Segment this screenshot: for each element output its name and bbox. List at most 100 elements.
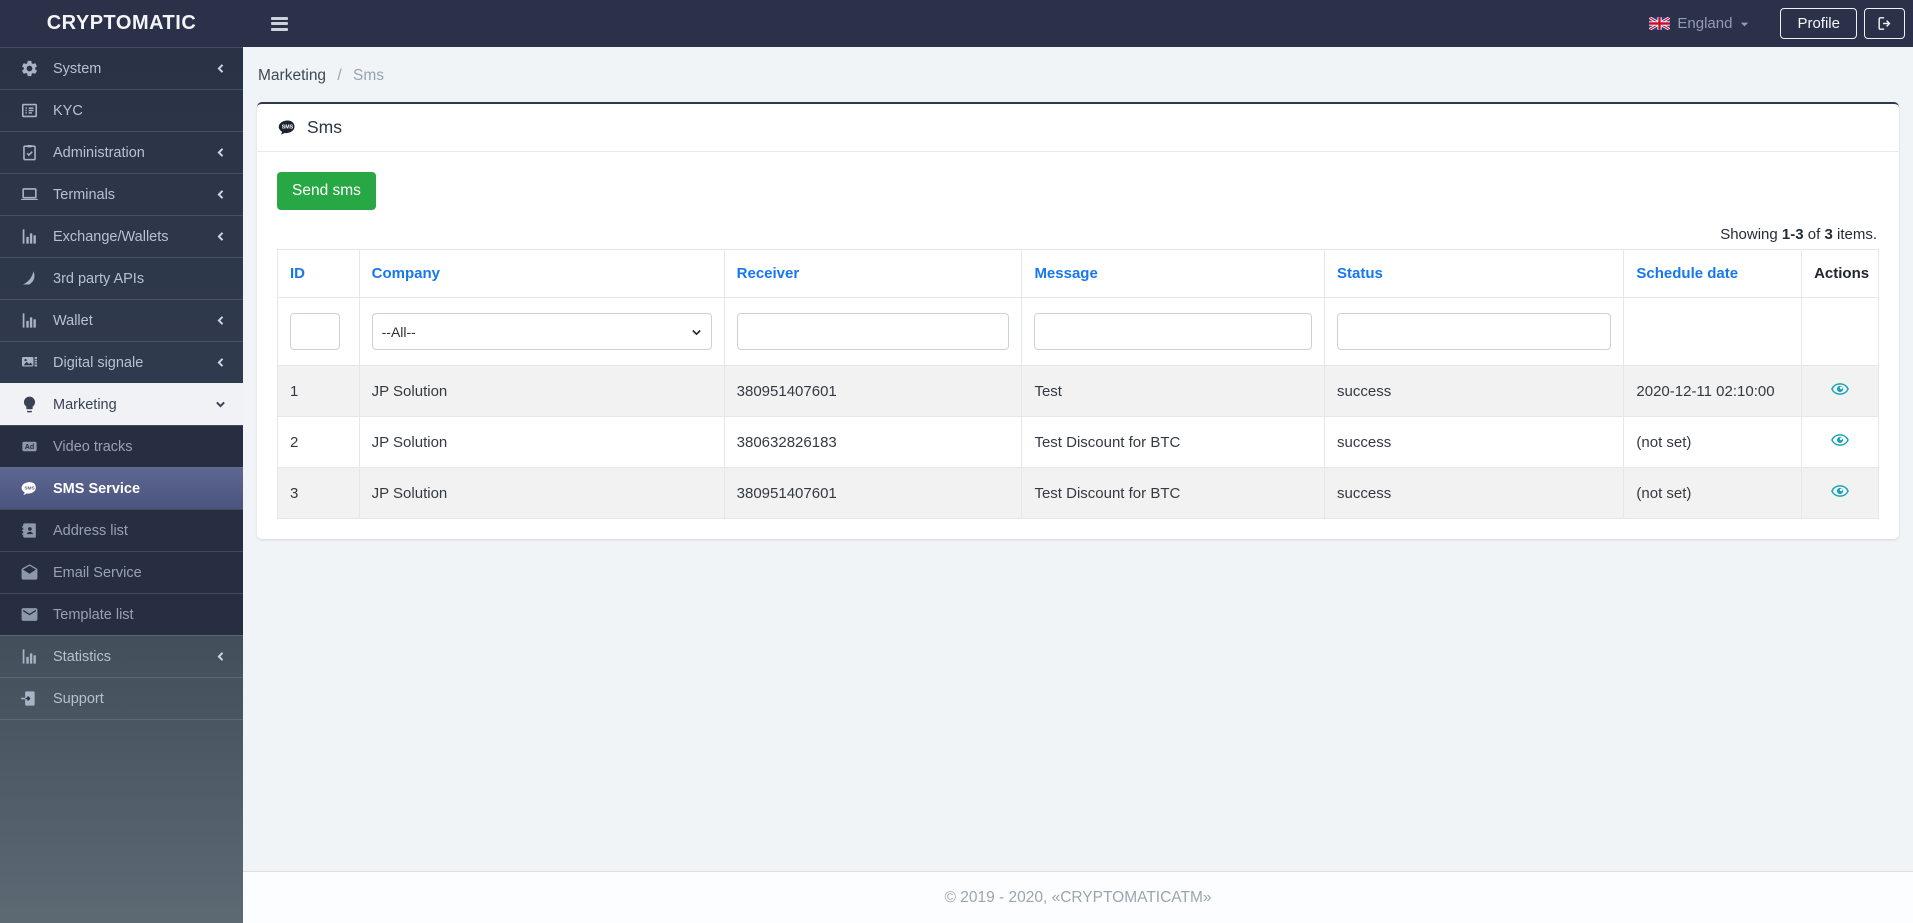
page-footer: © 2019 - 2020, «CRYPTOMATICATM»	[243, 871, 1913, 923]
cell-schedule-date: 2020-12-11 02:10:00	[1624, 366, 1802, 417]
message-filter-input[interactable]	[1034, 313, 1312, 350]
address-book-icon	[18, 521, 40, 541]
logout-icon	[1876, 15, 1893, 32]
items-summary: Showing 1-3 of 3 items.	[277, 226, 1877, 243]
chevron-left-icon	[214, 650, 227, 663]
cell-message: Test	[1022, 366, 1325, 417]
sidebar-item-wallet[interactable]: Wallet	[0, 299, 243, 341]
chevron-left-icon	[214, 146, 227, 159]
sidebar-item-support[interactable]: Support	[0, 677, 243, 719]
cell-company: JP Solution	[359, 366, 724, 417]
cell-receiver: 380951407601	[724, 366, 1022, 417]
sidebar-item-label: Video tracks	[53, 439, 133, 455]
top-bar: CRYPTOMATIC England Profile	[0, 0, 1913, 47]
cell-company: JP Solution	[359, 468, 724, 519]
sidebar-item-video-tracks[interactable]: AdVideo tracks	[0, 425, 243, 467]
panel-header: SMS Sms	[257, 104, 1899, 152]
column-header-status[interactable]: Status	[1325, 250, 1624, 298]
caret-down-icon	[1739, 17, 1750, 30]
sms-table: ID Company Receiver Message Status Sched…	[277, 249, 1879, 519]
receiver-filter-input[interactable]	[737, 313, 1010, 350]
sidebar-divider	[0, 719, 243, 720]
list-icon	[18, 101, 40, 121]
profile-button[interactable]: Profile	[1780, 8, 1857, 39]
brand-box: CRYPTOMATIC	[0, 12, 243, 35]
column-header-actions: Actions	[1802, 250, 1879, 298]
language-dropdown[interactable]: England	[1649, 15, 1750, 32]
chevron-down-icon	[214, 398, 227, 411]
column-header-company[interactable]: Company	[359, 250, 724, 298]
clipboard-check-icon	[18, 143, 40, 163]
sidebar-item-label: KYC	[53, 103, 83, 119]
view-eye-button[interactable]	[1828, 380, 1852, 398]
laptop-icon	[18, 185, 40, 205]
breadcrumb-current: Sms	[353, 67, 384, 84]
view-eye-button[interactable]	[1828, 482, 1852, 500]
actions-filter-cell	[1802, 298, 1879, 366]
envelope-icon	[18, 605, 40, 625]
lightbulb-icon	[18, 395, 40, 415]
sidebar-item-sms-service[interactable]: SMS SMS Service	[0, 467, 243, 509]
cell-id: 1	[278, 366, 360, 417]
brand-logo[interactable]: CRYPTOMATIC	[47, 12, 197, 35]
logout-button[interactable]	[1864, 8, 1905, 39]
cell-status: success	[1325, 417, 1624, 468]
column-header-schedule-date[interactable]: Schedule date	[1624, 250, 1802, 298]
sidebar-item-label: Statistics	[53, 649, 111, 665]
breadcrumb-marketing-link[interactable]: Marketing	[258, 67, 326, 84]
breadcrumb: Marketing / Sms	[243, 47, 1913, 102]
column-header-id[interactable]: ID	[278, 250, 360, 298]
svg-text:SMS: SMS	[24, 486, 34, 492]
sidebar-item-label: Digital signale	[53, 355, 143, 371]
send-sms-button[interactable]: Send sms	[277, 172, 376, 210]
copyright-text: © 2019 - 2020, «CRYPTOMATICATM»	[945, 889, 1212, 907]
sidebar-item-label: System	[53, 61, 101, 77]
company-filter-select[interactable]: --All--	[372, 313, 712, 350]
status-filter-input[interactable]	[1337, 313, 1611, 350]
sidebar-item-statistics[interactable]: Statistics	[0, 635, 243, 677]
chevron-left-icon	[214, 188, 227, 201]
sidebar-nav: System KYC Administration Terminals Exchange…	[0, 47, 243, 923]
sidebar-item-label: Marketing	[53, 397, 117, 413]
filter-row: --All--	[278, 298, 1879, 366]
cell-schedule-date: (not set)	[1624, 468, 1802, 519]
hamburger-menu-icon[interactable]	[267, 13, 292, 35]
cell-receiver: 380632826183	[724, 417, 1022, 468]
sidebar-item-email-service[interactable]: Email Service	[0, 551, 243, 593]
sidebar-item-system[interactable]: System	[0, 47, 243, 89]
chevron-left-icon	[214, 62, 227, 75]
cell-schedule-date: (not set)	[1624, 417, 1802, 468]
sidebar-item-address-list[interactable]: Address list	[0, 509, 243, 551]
sidebar-item-label: Address list	[53, 523, 128, 539]
sidebar-item-label: Support	[53, 691, 104, 707]
cell-status: success	[1325, 366, 1624, 417]
sidebar-item-label: Terminals	[53, 187, 115, 203]
sidebar-item-label: Template list	[53, 607, 134, 623]
sidebar-item-label: Wallet	[53, 313, 93, 329]
sidebar-item-marketing[interactable]: Marketing	[0, 383, 243, 425]
sidebar-item-3rd-party-apis[interactable]: 3rd party APIs	[0, 257, 243, 299]
chevron-left-icon	[214, 356, 227, 369]
sms-bubble-icon: SMS	[18, 479, 40, 499]
sidebar-item-terminals[interactable]: Terminals	[0, 173, 243, 215]
sidebar-item-label: SMS Service	[53, 481, 140, 497]
sidebar-item-kyc[interactable]: KYC	[0, 89, 243, 131]
table-row: 1JP Solution380951407601Testsuccess2020-…	[278, 366, 1879, 417]
cell-company: JP Solution	[359, 417, 724, 468]
sidebar-item-template-list[interactable]: Template list	[0, 593, 243, 635]
view-eye-button[interactable]	[1828, 431, 1852, 449]
cell-receiver: 380951407601	[724, 468, 1022, 519]
sidebar-item-digital-signale[interactable]: Digital signale	[0, 341, 243, 383]
cell-status: success	[1325, 468, 1624, 519]
sidebar-item-administration[interactable]: Administration	[0, 131, 243, 173]
id-filter-input[interactable]	[290, 313, 340, 350]
uk-flag-icon	[1649, 17, 1670, 30]
sidebar-item-exchange-wallets[interactable]: Exchange/Wallets	[0, 215, 243, 257]
main-content: Marketing / Sms SMS Sms Send sms Showing…	[243, 0, 1913, 923]
column-header-receiver[interactable]: Receiver	[724, 250, 1022, 298]
cell-actions	[1802, 366, 1879, 417]
chevron-left-icon	[214, 230, 227, 243]
column-header-message[interactable]: Message	[1022, 250, 1325, 298]
gear-icon	[18, 59, 40, 79]
cell-id: 3	[278, 468, 360, 519]
